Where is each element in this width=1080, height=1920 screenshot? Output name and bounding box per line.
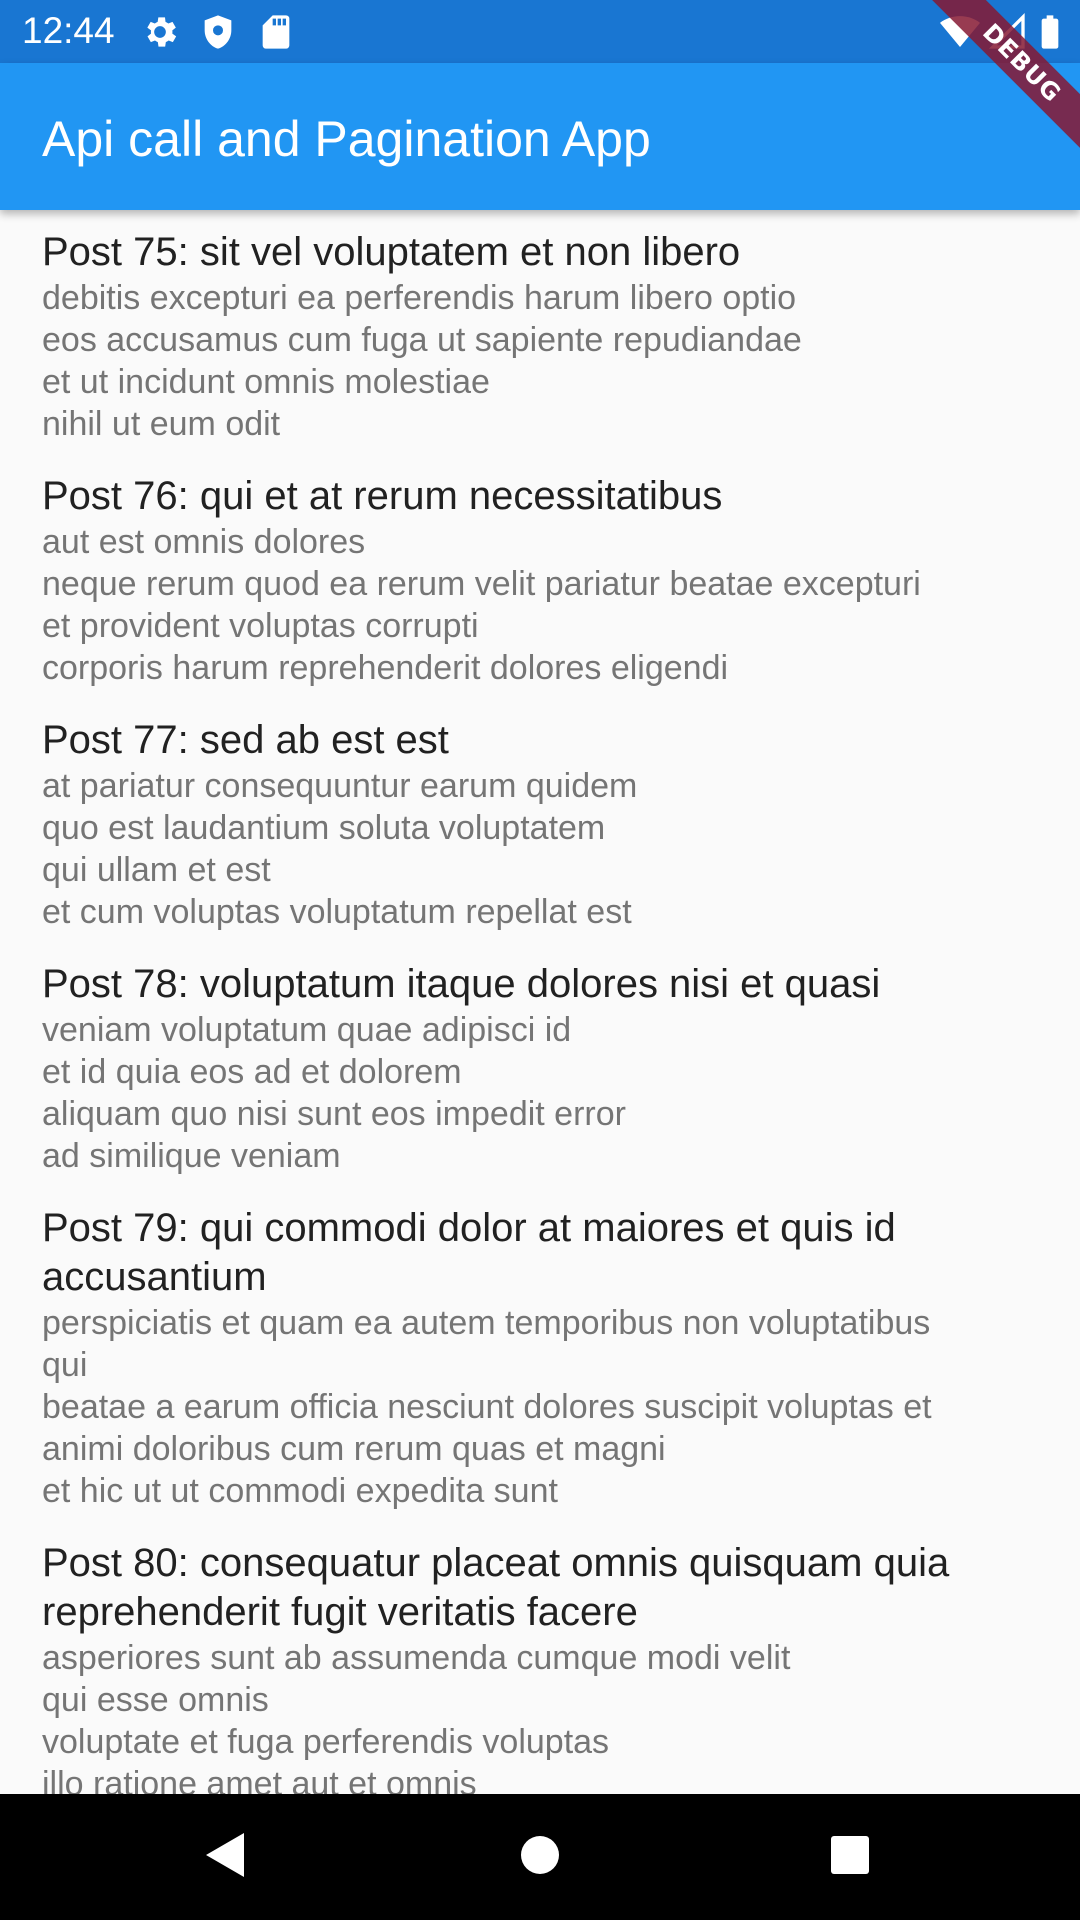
list-item[interactable]: Post 77: sed ab est est at pariatur cons…: [0, 698, 1080, 942]
page-title: Api call and Pagination App: [42, 111, 651, 167]
post-list[interactable]: Post 75: sit vel voluptatem et non liber…: [0, 210, 1080, 1794]
sd-card-icon: [256, 12, 296, 52]
post-body: aut est omnis dolores neque rerum quod e…: [42, 523, 921, 687]
battery-icon: [1030, 12, 1070, 52]
shield-icon: [198, 12, 238, 52]
signal-icon: [988, 12, 1028, 52]
post-body: debitis excepturi ea perferendis harum l…: [42, 279, 802, 443]
recents-icon: [829, 1834, 871, 1881]
post-title: Post 76: qui et at rerum necessitatibus: [42, 474, 723, 518]
post-title: Post 75: sit vel voluptatem et non liber…: [42, 230, 741, 274]
status-time: 12:44: [22, 10, 115, 51]
navigation-bar: [0, 1794, 1080, 1920]
post-body: at pariatur consequuntur earum quidem qu…: [42, 767, 638, 931]
post-title: Post 77: sed ab est est: [42, 718, 449, 762]
wifi-icon: [940, 12, 980, 52]
recents-button[interactable]: [815, 1822, 885, 1892]
list-item[interactable]: Post 76: qui et at rerum necessitatibus …: [0, 454, 1080, 698]
post-body: veniam voluptatum quae adipisci id et id…: [42, 1011, 626, 1175]
list-item[interactable]: Post 79: qui commodi dolor at maiores et…: [0, 1186, 1080, 1521]
settings-icon: [140, 12, 180, 52]
list-item[interactable]: Post 75: sit vel voluptatem et non liber…: [0, 210, 1080, 454]
status-bar: 12:44: [0, 0, 1080, 63]
post-title: Post 78: voluptatum itaque dolores nisi …: [42, 962, 881, 1006]
back-button[interactable]: [190, 1822, 260, 1892]
back-icon: [202, 1829, 248, 1886]
post-body: asperiores sunt ab assumenda cumque modi…: [42, 1639, 791, 1794]
post-title: Post 80: consequatur placeat omnis quisq…: [42, 1541, 950, 1634]
list-item[interactable]: Post 80: consequatur placeat omnis quisq…: [0, 1521, 1080, 1794]
home-icon: [519, 1834, 561, 1881]
home-button[interactable]: [505, 1822, 575, 1892]
post-title: Post 79: qui commodi dolor at maiores et…: [42, 1206, 896, 1299]
list-item[interactable]: Post 78: voluptatum itaque dolores nisi …: [0, 942, 1080, 1186]
app-bar: Api call and Pagination App: [0, 63, 1080, 210]
post-body: perspiciatis et quam ea autem temporibus…: [42, 1304, 932, 1510]
